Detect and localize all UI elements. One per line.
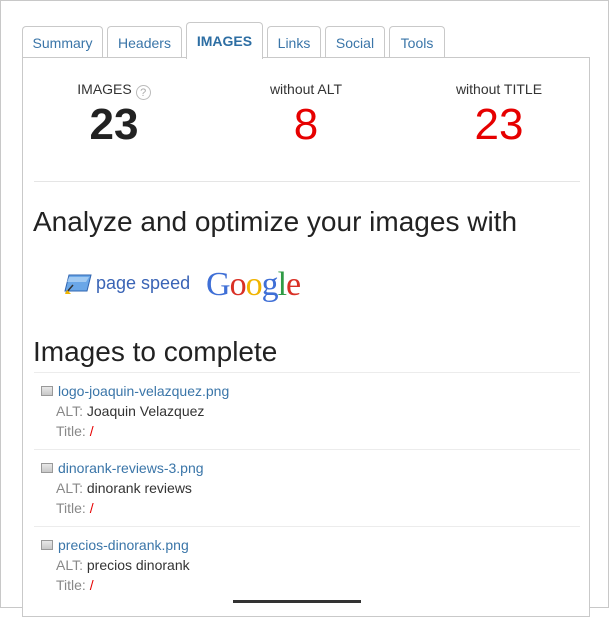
image-file-link[interactable]: logo-joaquin-velazquez.png [41,381,581,401]
scrollbar-thumb[interactable] [233,600,361,603]
stat-without-alt-value: 8 [293,100,319,149]
image-title-row: Title: / [56,577,94,593]
stat-without-title-label: without TITLE [455,81,543,97]
images-panel: IMAGES? 23 without ALT 8 without TITLE 2… [22,57,590,617]
stat-images-value: 23 [89,100,139,149]
tab-images[interactable]: IMAGES [186,22,263,59]
image-alt-row: ALT: dinorank reviews [56,480,192,496]
tab-headers[interactable]: Headers [107,26,182,58]
image-list-item: precios-dinorank.png ALT: precios dinora… [41,535,581,595]
image-icon [41,540,53,550]
image-list-item: dinorank-reviews-3.png ALT: dinorank rev… [41,458,581,518]
tab-links[interactable]: Links [267,26,321,58]
google-logo[interactable]: Google [206,266,301,304]
image-file-link[interactable]: dinorank-reviews-3.png [41,458,581,478]
tab-tools[interactable]: Tools [389,26,445,58]
image-alt-row: ALT: precios dinorank [56,557,190,573]
analyze-heading: Analyze and optimize your images with [33,206,518,237]
image-file-link[interactable]: precios-dinorank.png [41,535,581,555]
stat-without-title-value: 23 [474,100,524,149]
image-alt-row: ALT: Joaquin Velazquez [56,403,205,419]
tab-summary[interactable]: Summary [22,26,103,58]
image-title-row: Title: / [56,500,94,516]
image-list-item: logo-joaquin-velazquez.png ALT: Joaquin … [41,381,581,441]
tab-bar: Summary Headers IMAGES Links Social Tool… [22,22,611,59]
help-icon[interactable]: ? [135,85,151,100]
list-separator [34,449,580,450]
page-speed-link[interactable]: page speed [96,273,190,294]
stat-without-title: without TITLE 23 [414,80,584,150]
page-speed-icon[interactable] [63,273,93,295]
stat-images: IMAGES? 23 [29,80,199,150]
stat-images-label: IMAGES [77,81,132,97]
stat-without-alt-label: without ALT [269,81,343,97]
images-to-complete-heading: Images to complete [33,336,278,367]
image-icon [41,463,53,473]
tab-social[interactable]: Social [325,26,385,58]
divider [34,181,580,182]
list-separator [34,372,580,373]
stat-without-alt: without ALT 8 [221,80,391,150]
image-title-row: Title: / [56,423,94,439]
list-separator [34,526,580,527]
optimizer-logos: page speed Google [63,266,323,306]
image-icon [41,386,53,396]
